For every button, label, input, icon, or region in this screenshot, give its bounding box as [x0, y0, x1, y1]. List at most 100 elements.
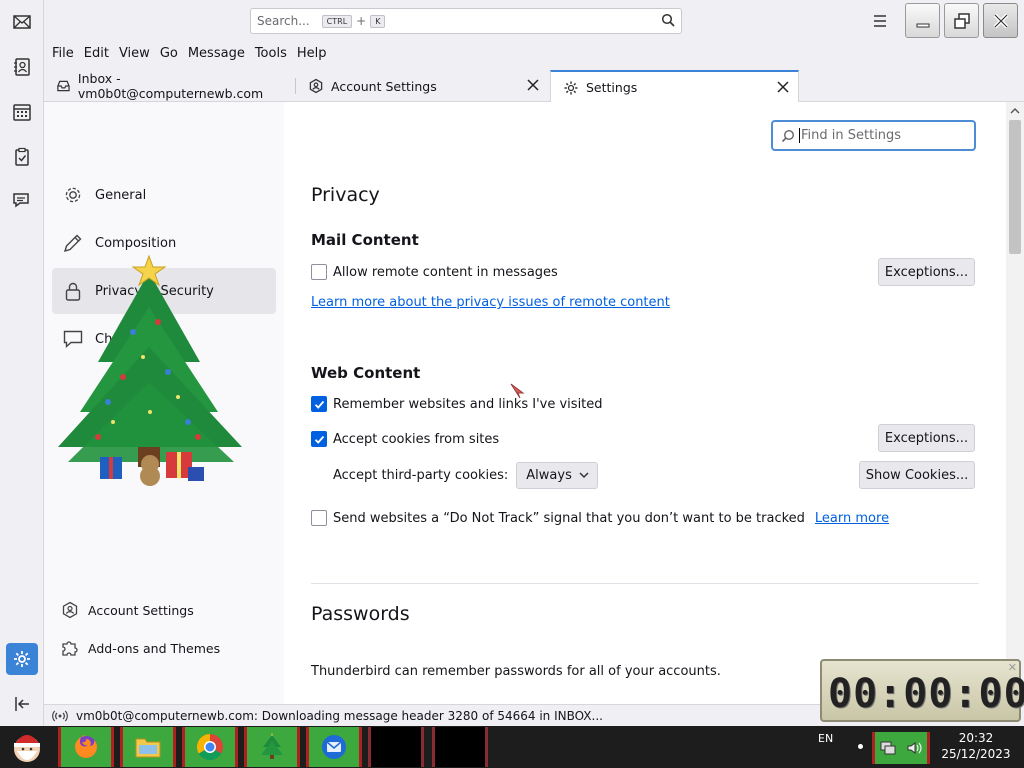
do-not-track-checkbox[interactable]: [311, 510, 327, 526]
global-search-input[interactable]: Search... CTRL + K: [250, 8, 682, 34]
cookie-exceptions-button[interactable]: Exceptions...: [878, 424, 975, 452]
close-window-button[interactable]: [983, 3, 1018, 38]
remote-exceptions-button[interactable]: Exceptions...: [878, 258, 975, 286]
remember-websites-row[interactable]: Remember websites and links I've visited: [311, 396, 603, 412]
mail-icon[interactable]: [6, 6, 38, 38]
santa-icon: [14, 735, 40, 762]
category-general[interactable]: General: [52, 172, 276, 218]
menu-help[interactable]: Help: [297, 46, 327, 61]
tab-bar: Inbox - vm0b0t@computernewb.com Account …: [44, 68, 1024, 103]
learn-more-remote-link[interactable]: Learn more about the privacy issues of r…: [311, 295, 670, 310]
close-icon[interactable]: [526, 78, 540, 92]
app-menu-icon[interactable]: [870, 12, 890, 30]
clock-date: 25/12/2023: [941, 747, 1011, 761]
tab-inbox[interactable]: Inbox - vm0b0t@computernewb.com: [44, 70, 294, 102]
taskbar-window-1[interactable]: [368, 727, 424, 767]
start-button[interactable]: [4, 727, 50, 767]
minimize-button[interactable]: [905, 3, 940, 38]
gear-icon: [65, 187, 81, 203]
tab-settings[interactable]: Settings: [550, 70, 799, 103]
menu-go[interactable]: Go: [160, 46, 178, 61]
learn-more-link[interactable]: Learn more: [815, 511, 889, 526]
tray-dot-icon: [858, 744, 863, 749]
find-in-settings-input[interactable]: Find in Settings: [771, 120, 976, 151]
tab-inbox-label: Inbox - vm0b0t@computernewb.com: [77, 71, 264, 101]
chat-icon[interactable]: [6, 185, 38, 217]
status-text: vm0b0t@computernewb.com: Downloading mes…: [76, 708, 603, 723]
menu-edit[interactable]: Edit: [84, 46, 109, 61]
sidebar-account-settings-label: Account Settings: [88, 602, 194, 618]
accept-cookies-row[interactable]: Accept cookies from sites: [311, 431, 499, 447]
allow-remote-content-row[interactable]: Allow remote content in messages: [311, 264, 558, 280]
language-indicator[interactable]: EN: [818, 732, 833, 745]
volume-icon[interactable]: [906, 740, 922, 756]
system-tray: [872, 732, 930, 764]
shortcut-key: K: [370, 14, 386, 28]
do-not-track-row: Send websites a “Do Not Track” signal th…: [311, 510, 889, 526]
taskbar-tree-app[interactable]: [244, 727, 300, 767]
checkmark-icon: [314, 435, 324, 444]
third-party-select[interactable]: Always: [516, 462, 598, 489]
title-bar: Search... CTRL + K: [44, 0, 1024, 42]
menu-file[interactable]: File: [52, 46, 74, 61]
third-party-label: Accept third-party cookies:: [333, 468, 509, 483]
accept-cookies-checkbox[interactable]: [311, 431, 327, 447]
inbox-icon: [57, 80, 70, 92]
menu-view[interactable]: View: [119, 46, 150, 61]
christmas-tree-decoration: [58, 254, 242, 486]
third-party-cookies-row: Accept third-party cookies: Always: [333, 462, 598, 489]
scroll-up-arrow-icon[interactable]: [1006, 102, 1024, 118]
chevron-down-icon: [579, 472, 589, 479]
taskbar-chrome[interactable]: [182, 727, 238, 767]
mouse-pointer-icon: [510, 383, 525, 399]
mail-content-heading: Mail Content: [311, 231, 419, 249]
folder-icon: [135, 738, 161, 758]
tab-settings-label: Settings: [586, 80, 638, 95]
menu-bar: File Edit View Go Message Tools Help: [44, 42, 1024, 64]
gear-icon: [564, 81, 578, 94]
sidebar-addons-link[interactable]: Add-ons and Themes: [61, 637, 220, 659]
menu-message[interactable]: Message: [188, 46, 245, 61]
scroll-thumb[interactable]: [1009, 120, 1021, 254]
settings-gear-icon[interactable]: [6, 643, 38, 675]
sidebar-account-settings-link[interactable]: Account Settings: [61, 599, 194, 621]
tab-account-label: Account Settings: [331, 78, 437, 94]
calendar-icon[interactable]: [6, 96, 38, 128]
remember-websites-label: Remember websites and links I've visited: [333, 396, 603, 412]
timer-widget[interactable]: 00:00:00 ✕: [820, 659, 1024, 722]
allow-remote-checkbox[interactable]: [311, 264, 327, 280]
search-icon: [661, 13, 675, 30]
shortcut-plus: +: [356, 14, 367, 28]
taskbar-window-2[interactable]: [432, 727, 488, 767]
sidebar-addons-label: Add-ons and Themes: [88, 640, 221, 656]
tab-account-settings[interactable]: Account Settings: [296, 70, 548, 102]
thunderbird-icon: [322, 735, 346, 759]
chrome-icon: [196, 733, 223, 761]
network-icon[interactable]: [880, 740, 896, 756]
taskbar-thunderbird[interactable]: [306, 727, 362, 767]
tasks-icon[interactable]: [6, 141, 38, 173]
category-composition-label: Composition: [95, 235, 177, 251]
clock-time: 20:32: [958, 731, 994, 745]
address-book-icon[interactable]: [6, 51, 38, 83]
allow-remote-label: Allow remote content in messages: [333, 264, 558, 280]
close-icon[interactable]: [776, 80, 790, 94]
menu-tools[interactable]: Tools: [255, 46, 287, 61]
scrollbar[interactable]: [1006, 102, 1024, 704]
clock[interactable]: 20:32 25/12/2023: [936, 730, 1016, 762]
pencil-icon: [63, 234, 82, 253]
firefox-icon: [75, 735, 97, 758]
do-not-track-label[interactable]: Send websites a “Do Not Track” signal th…: [333, 511, 805, 526]
taskbar-explorer[interactable]: [120, 727, 176, 767]
remember-websites-checkbox[interactable]: [311, 396, 327, 412]
collapse-toolbar-icon[interactable]: [6, 688, 38, 720]
account-settings-icon: [309, 78, 323, 94]
restore-button[interactable]: [944, 3, 979, 38]
shortcut-ctrl: CTRL: [321, 14, 353, 28]
close-icon[interactable]: ✕: [1008, 661, 1017, 674]
show-cookies-button[interactable]: Show Cookies...: [859, 461, 975, 489]
taskbar-firefox[interactable]: [58, 727, 114, 767]
find-placeholder: Find in Settings: [801, 128, 902, 143]
passwords-description: Thunderbird can remember passwords for a…: [311, 664, 721, 679]
account-settings-icon: [62, 601, 78, 619]
